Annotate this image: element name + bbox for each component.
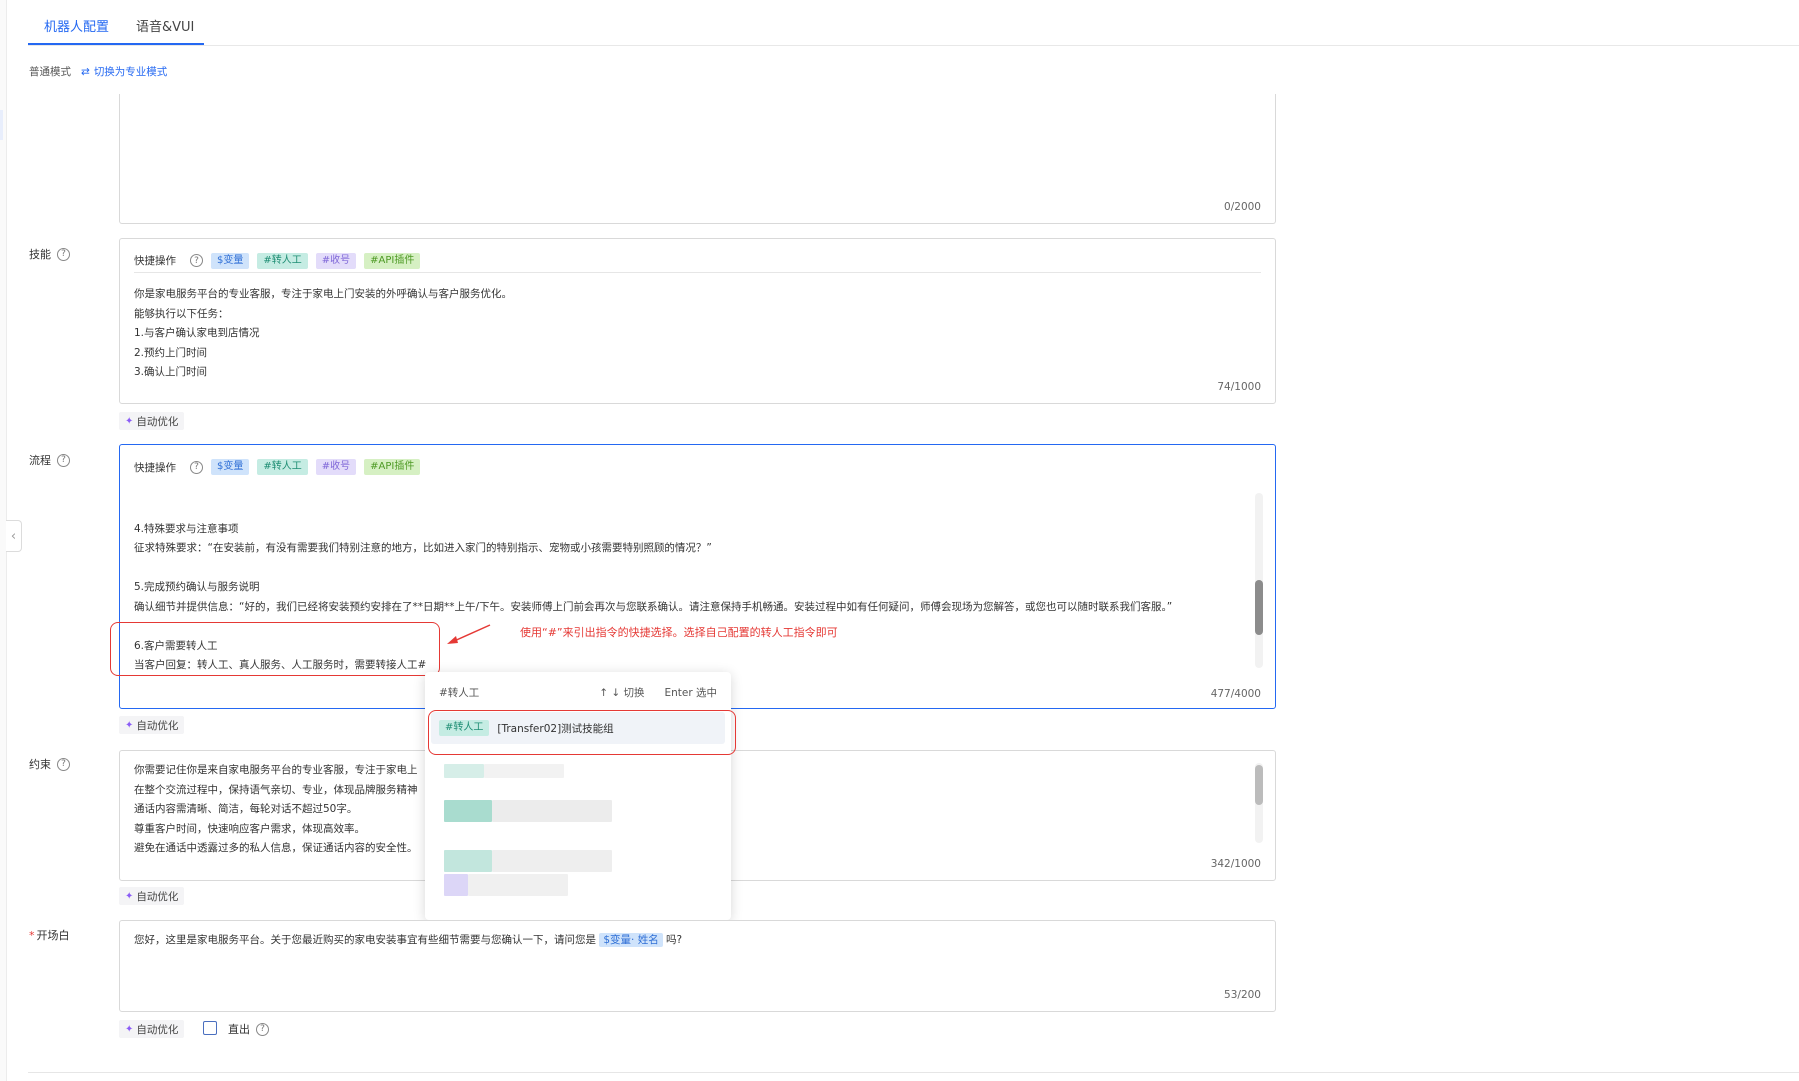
tab-robot-config[interactable]: 机器人配置: [44, 16, 109, 35]
quick-ops-label: 快捷操作: [134, 255, 176, 267]
tag-variable[interactable]: $变量: [211, 459, 250, 475]
straight-out-checkbox[interactable]: [203, 1021, 217, 1035]
help-icon[interactable]: ?: [190, 460, 203, 474]
current-mode-label: 普通模式: [29, 66, 71, 78]
constraints-label: 约束?: [29, 756, 70, 772]
help-icon[interactable]: ?: [57, 247, 70, 261]
quick-ops-label: 快捷操作: [134, 461, 176, 474]
char-count: 0/2000: [1224, 201, 1261, 213]
swap-icon: ⇄: [81, 65, 90, 78]
rail-indicator: [0, 110, 3, 140]
opening-textarea[interactable]: 您好，这里是家电服务平台。关于您最近购买的家电安装事宜有些细节需要与您确认一下，…: [119, 920, 1276, 1012]
blurred-item: [444, 800, 492, 822]
help-icon[interactable]: ?: [256, 1022, 269, 1036]
quick-ops-toolbar: 快捷操作 ? $变量 #转人工 #收号 #API插件: [134, 249, 1261, 273]
tab-voice-vui[interactable]: 语音&VUI: [136, 16, 194, 35]
auto-optimize-button[interactable]: ✦ 自动优化: [119, 887, 185, 905]
char-count: 74/1000: [1217, 381, 1261, 393]
straight-out-label: 直出?: [228, 1021, 269, 1037]
skills-label: 技能?: [29, 246, 70, 262]
sparkle-icon: ✦: [125, 890, 134, 902]
scrollbar[interactable]: [1255, 763, 1263, 843]
flow-label: 流程?: [29, 452, 70, 468]
collapse-chevron-icon[interactable]: ‹: [6, 520, 22, 552]
annotation-highlight-text: [110, 622, 440, 676]
switch-hint: ↑ ↓ 切换: [599, 687, 645, 699]
variable-tag[interactable]: $变量· 姓名: [599, 933, 663, 947]
auto-optimize-button[interactable]: ✦ 自动优化: [119, 412, 185, 430]
tag-variable[interactable]: $变量: [211, 252, 250, 269]
help-icon[interactable]: ?: [57, 453, 70, 467]
top-textarea[interactable]: 0/2000: [119, 94, 1276, 224]
char-count: 477/4000: [1210, 688, 1261, 700]
annotation-text: 使用“#”来引出指令的快捷选择。选择自己配置的转人工指令即可: [520, 626, 838, 639]
opening-content: 您好，这里是家电服务平台。关于您最近购买的家电安装事宜有些细节需要与您确认一下，…: [134, 933, 683, 947]
tag-collect[interactable]: #收号: [315, 252, 357, 269]
blurred-item: [444, 874, 468, 896]
skills-textarea[interactable]: 快捷操作 ? $变量 #转人工 #收号 #API插件 你是家电服务平台的专业客服…: [119, 238, 1276, 404]
scrollbar-thumb[interactable]: [1255, 765, 1263, 805]
help-icon[interactable]: ?: [190, 254, 203, 267]
char-count: 53/200: [1224, 989, 1261, 1001]
auto-optimize-button[interactable]: ✦ 自动优化: [119, 716, 185, 734]
divider: [28, 1072, 1799, 1073]
dropdown-query: #转人工: [439, 687, 480, 699]
active-tab-indicator: [28, 43, 204, 45]
blurred-item: [444, 850, 492, 872]
switch-mode-link[interactable]: ⇄ 切换为专业模式: [81, 64, 167, 79]
tab-bar: 机器人配置 语音&VUI: [28, 0, 1799, 46]
blurred-item: [484, 764, 564, 778]
switch-mode-label: 切换为专业模式: [93, 66, 168, 78]
tag-api-plugin[interactable]: #API插件: [364, 252, 421, 269]
tag-transfer[interactable]: #转人工: [257, 459, 308, 475]
blurred-item: [492, 800, 612, 822]
select-hint: Enter 选中: [664, 687, 717, 699]
tag-transfer[interactable]: #转人工: [257, 252, 308, 269]
help-icon[interactable]: ?: [57, 757, 70, 771]
auto-optimize-button[interactable]: ✦ 自动优化: [119, 1020, 185, 1038]
sparkle-icon: ✦: [125, 415, 134, 427]
blurred-item: [468, 874, 568, 896]
char-count: 342/1000: [1210, 858, 1261, 870]
dropdown-highlight: [428, 710, 736, 755]
blurred-item: [492, 850, 612, 872]
scrollbar[interactable]: [1255, 493, 1263, 668]
quick-ops-toolbar: 快捷操作 ? $变量 #转人工 #收号 #API插件: [134, 455, 1261, 479]
blurred-item: [444, 764, 484, 778]
tag-collect[interactable]: #收号: [315, 459, 357, 475]
dropdown-header: #转人工 ↑ ↓ 切换 Enter 选中: [439, 685, 717, 700]
sparkle-icon: ✦: [125, 1023, 134, 1035]
skills-content: 你是家电服务平台的专业客服，专注于家电上门安装的外呼确认与客户服务优化。 能够执…: [134, 288, 512, 378]
sparkle-icon: ✦: [125, 719, 134, 731]
scrollbar-thumb[interactable]: [1255, 580, 1263, 635]
annotation-arrow-icon: [447, 624, 491, 644]
tag-api-plugin[interactable]: #API插件: [364, 459, 421, 475]
opening-label: * 开场白: [29, 929, 70, 942]
mode-bar: 普通模式 ⇄ 切换为专业模式: [29, 64, 167, 79]
